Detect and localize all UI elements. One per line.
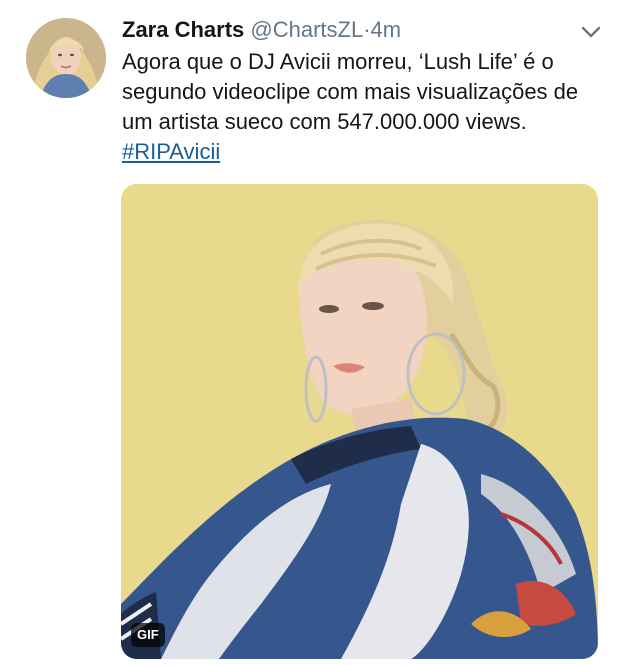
tweet-body: Agora que o DJ Avicii morreu, ‘Lush Life… xyxy=(122,49,579,134)
tweet-card[interactable]: Zara Charts @ChartsZL·4m Agora que o DJ … xyxy=(0,0,623,666)
separator-dot: · xyxy=(363,17,371,42)
author-handle[interactable]: @ChartsZL xyxy=(250,17,363,42)
gif-badge: GIF xyxy=(131,623,165,647)
avatar-image xyxy=(26,18,106,98)
tweet-header: Zara Charts @ChartsZL·4m xyxy=(122,14,572,46)
tweet-text: Agora que o DJ Avicii morreu, ‘Lush Life… xyxy=(122,47,602,167)
tweet-media[interactable]: GIF xyxy=(121,184,598,659)
tweet-menu-button[interactable] xyxy=(578,22,604,42)
avatar[interactable] xyxy=(26,18,106,98)
media-image xyxy=(121,184,598,659)
tweet-timestamp[interactable]: 4m xyxy=(371,17,402,42)
author-name[interactable]: Zara Charts xyxy=(122,17,244,42)
chevron-down-icon xyxy=(581,26,601,38)
hashtag-link[interactable]: #RIPAvicii xyxy=(122,139,220,164)
